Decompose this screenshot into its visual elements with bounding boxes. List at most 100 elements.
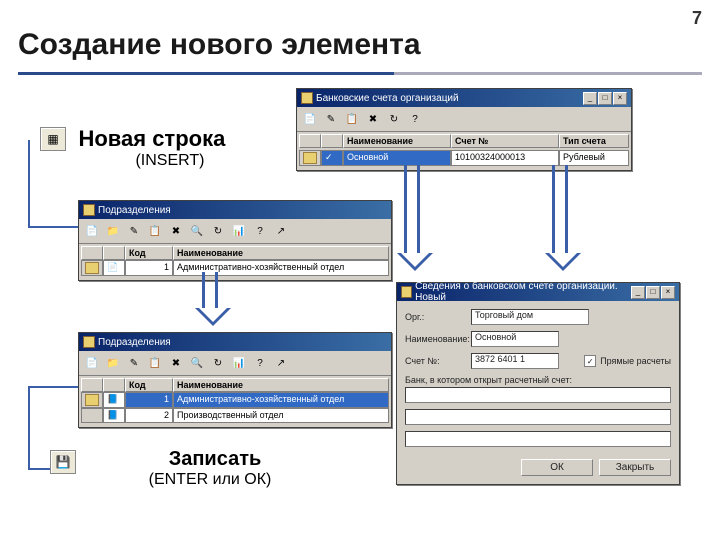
tb-icon-10[interactable]: ↗ [272,354,290,372]
save-icon: 💾 [50,450,76,474]
tb-icon-3[interactable]: ✎ [125,354,143,372]
tb-icon-10[interactable]: ↗ [272,222,290,240]
cell-code: 1 [125,260,173,276]
toolbar-copy-icon[interactable]: 📋 [343,110,361,128]
cell-name: Производственный отдел [173,408,389,423]
window-departments-1: Подразделения 📄 📁 ✎ 📋 ✖ 🔍 ↻ 📊 ? ↗ Код На… [78,200,392,281]
titlebar[interactable]: Банковские счета организаций _ □ × [297,89,631,107]
page-number: 7 [692,8,702,29]
tb-icon-7[interactable]: ↻ [209,222,227,240]
save-label-sub: (ENTER или ОК) [110,471,310,489]
tb-icon-8[interactable]: 📊 [230,354,248,372]
window-title: Сведения о банковском счете организации.… [415,281,631,303]
tb-icon-3[interactable]: ✎ [125,222,143,240]
window-icon [301,92,313,104]
cell-code: 1 [125,392,173,408]
tb-icon-6[interactable]: 🔍 [188,222,206,240]
save-label-block: 💾 Записать (ENTER или ОК) [70,448,310,489]
titlebar[interactable]: Подразделения [79,201,391,219]
connector [28,226,78,228]
tb-icon-5[interactable]: ✖ [167,354,185,372]
connector [28,140,30,226]
cell-name: Административно-хозяйственный отдел [173,392,389,408]
save-label-main: Записать [120,448,310,471]
window-icon [401,286,412,298]
col-code: Код [125,378,173,392]
tb-icon-4[interactable]: 📋 [146,222,164,240]
tb-icon-2[interactable]: 📁 [104,354,122,372]
close-button[interactable]: × [613,92,627,105]
account-input[interactable]: 3872 6401 1 [471,353,559,369]
titlebar[interactable]: Сведения о банковском счете организации.… [397,283,679,301]
tb-icon-6[interactable]: 🔍 [188,354,206,372]
window-bank-accounts: Банковские счета организаций _ □ × 📄 ✎ 📋… [296,88,632,171]
window-title: Подразделения [98,337,171,348]
window-account-dialog: Сведения о банковском счете организации.… [396,282,680,485]
col-name: Наименование [173,378,389,392]
new-row-icon: ▦ [40,127,66,151]
arrow-down-1 [404,165,420,255]
toolbar: 📄 📁 ✎ 📋 ✖ 🔍 ↻ 📊 ? ↗ [79,351,391,376]
toolbar: 📄 ✎ 📋 ✖ ↻ ? [297,107,631,132]
dialog-body: Орг.: Торговый дом Наименование: Основно… [397,301,679,484]
table-row[interactable]: 📘 2 Производственный отдел [79,408,391,427]
tb-icon-8[interactable]: 📊 [230,222,248,240]
grid-header: Код Наименование [79,376,391,392]
window-departments-2: Подразделения 📄 📁 ✎ 📋 ✖ 🔍 ↻ 📊 ? ↗ Код На… [78,332,392,428]
folder-icon [85,394,99,406]
tb-icon-4[interactable]: 📋 [146,354,164,372]
bank-input-3[interactable] [405,431,671,447]
titlebar[interactable]: Подразделения [79,333,391,351]
toolbar-new-icon[interactable]: 📄 [301,110,319,128]
toolbar-edit-icon[interactable]: ✎ [322,110,340,128]
bank-input-2[interactable] [405,409,671,425]
maximize-button[interactable]: □ [646,286,660,299]
connector [28,386,30,468]
col-number: Счет № [451,134,559,148]
col-type: Тип счета [559,134,629,148]
tb-icon-1[interactable]: 📄 [83,354,101,372]
minimize-button[interactable]: _ [583,92,597,105]
table-row[interactable]: ✓ Основной 10100324000013 Рублевый [297,150,631,170]
window-title: Подразделения [98,205,171,216]
table-row[interactable]: 📘 1 Административно-хозяйственный отдел [79,392,391,408]
account-label: Счет №: [405,356,465,366]
cell-name: Основной [343,150,451,166]
cell-code: 2 [125,408,173,423]
tb-icon-2[interactable]: 📁 [104,222,122,240]
toolbar-delete-icon[interactable]: ✖ [364,110,382,128]
tb-icon-7[interactable]: ↻ [209,354,227,372]
col-name: Наименование [343,134,451,148]
bank-label: Банк, в котором открыт расчетный счет: [405,375,671,385]
toolbar-help-icon[interactable]: ? [406,110,424,128]
title-underline [18,72,702,75]
minimize-button[interactable]: _ [631,286,645,299]
arrow-down-2 [552,165,568,255]
page-title: Создание нового элемента [18,28,421,62]
grid-header: Наименование Счет № Тип счета [297,132,631,150]
insert-label-block: ▦ Новая строка (INSERT) [40,126,280,170]
tb-icon-9[interactable]: ? [251,222,269,240]
insert-label-main: Новая строка [78,126,225,152]
bank-input[interactable] [405,387,671,403]
close-button[interactable]: × [661,286,675,299]
toolbar-refresh-icon[interactable]: ↻ [385,110,403,128]
cell-number: 10100324000013 [451,150,559,166]
tb-icon-1[interactable]: 📄 [83,222,101,240]
org-input[interactable]: Торговый дом [471,309,589,325]
connector [28,468,50,470]
ok-button[interactable]: ОК [521,459,593,476]
cancel-button[interactable]: Закрыть [599,459,671,476]
cell-type: Рублевый [559,150,629,166]
arrow-down-3 [202,272,218,310]
tb-icon-9[interactable]: ? [251,354,269,372]
window-icon [83,336,95,348]
table-row[interactable]: 📄 1 Административно-хозяйственный отдел [79,260,391,280]
window-icon [83,204,95,216]
folder-icon [303,152,317,164]
maximize-button[interactable]: □ [598,92,612,105]
tb-icon-5[interactable]: ✖ [167,222,185,240]
name-input[interactable]: Основной [471,331,559,347]
direct-checkbox[interactable]: ✓ Прямые расчеты [584,355,671,367]
name-label: Наименование: [405,334,465,344]
